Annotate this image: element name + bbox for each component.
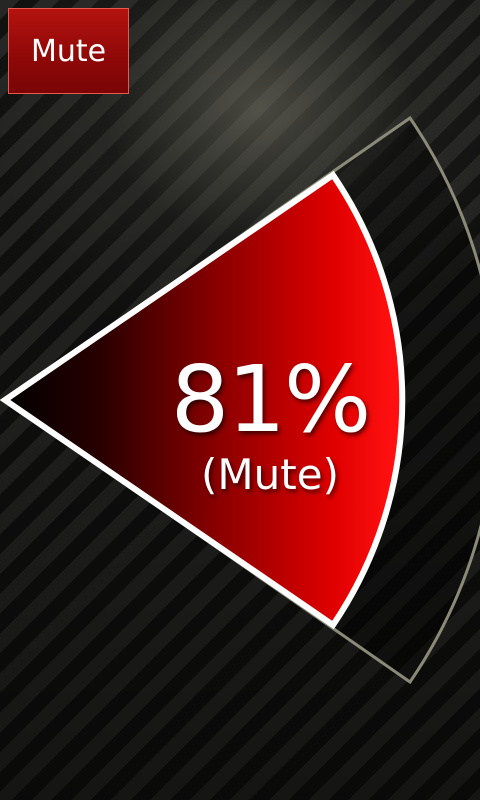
volume-readout: 81% (Mute) <box>160 345 380 501</box>
mute-button[interactable]: Mute <box>8 8 129 94</box>
mute-status: (Mute) <box>201 450 339 499</box>
volume-percent: 81% <box>170 346 371 453</box>
volume-screen: Mute 81% (Mute) <box>0 0 480 800</box>
